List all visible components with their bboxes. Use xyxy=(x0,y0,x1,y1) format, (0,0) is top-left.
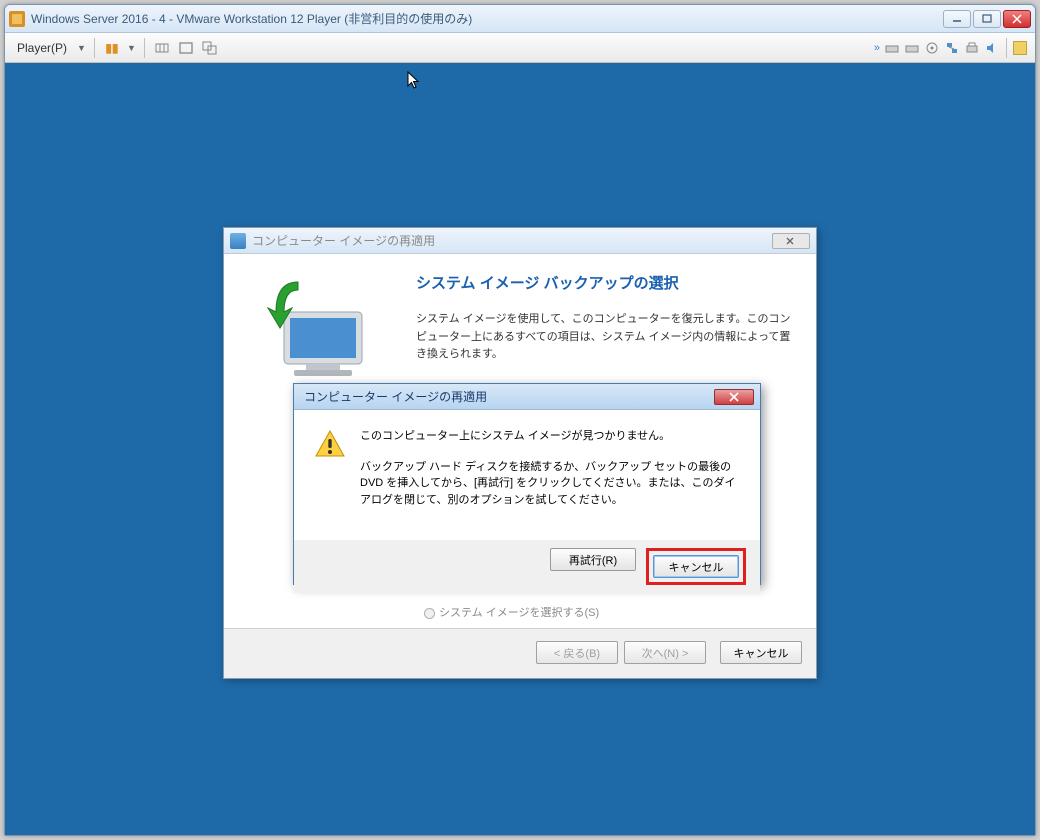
pause-icon[interactable]: ▮▮ xyxy=(103,39,121,57)
alert-title: コンピューター イメージの再適用 xyxy=(300,388,714,405)
alert-titlebar[interactable]: コンピューター イメージの再適用 xyxy=(294,384,760,410)
wizard-app-icon xyxy=(230,233,246,249)
vm-desktop[interactable]: コンピューター イメージの再適用 システム イメージ バックアップ xyxy=(5,63,1035,835)
vmware-toolbar: Player(P) ▼ ▮▮ ▼ » xyxy=(5,33,1035,63)
printer-icon[interactable] xyxy=(964,40,980,56)
network-icon[interactable] xyxy=(944,40,960,56)
warning-icon xyxy=(314,428,346,460)
wizard-close-button[interactable] xyxy=(772,233,810,249)
cd-icon[interactable] xyxy=(924,40,940,56)
drive-icon[interactable] xyxy=(884,40,900,56)
cursor-icon xyxy=(407,71,423,91)
cancel-button[interactable]: キャンセル xyxy=(720,641,802,664)
divider xyxy=(1006,38,1007,58)
fullscreen-icon[interactable] xyxy=(177,39,195,57)
divider xyxy=(94,38,95,58)
wizard-footer: < 戻る(B) 次へ(N) > キャンセル xyxy=(224,628,816,676)
alert-close-button[interactable] xyxy=(714,389,754,405)
wizard-description: システム イメージを使用して、このコンピューターを復元します。このコンピューター… xyxy=(416,311,794,364)
player-menu[interactable]: Player(P) xyxy=(13,39,71,57)
expand-icon[interactable]: » xyxy=(874,42,880,54)
sound-icon[interactable] xyxy=(984,40,1000,56)
note-icon[interactable] xyxy=(1013,41,1027,55)
alert-cancel-button[interactable]: キャンセル xyxy=(653,555,739,578)
unity-icon[interactable] xyxy=(201,39,219,57)
maximize-button[interactable] xyxy=(973,10,1001,28)
wizard-heading: システム イメージ バックアップの選択 xyxy=(416,272,794,293)
radio-icon xyxy=(424,608,435,619)
alert-footer: 再試行(R) キャンセル xyxy=(294,540,760,593)
highlight-annotation: キャンセル xyxy=(646,548,746,585)
divider xyxy=(144,38,145,58)
radio-select-image[interactable]: システム イメージを選択する(S) xyxy=(224,596,816,628)
back-button[interactable]: < 戻る(B) xyxy=(536,641,618,664)
alert-body: このコンピューター上にシステム イメージが見つかりません。 バックアップ ハード… xyxy=(294,410,760,540)
close-button[interactable] xyxy=(1003,10,1031,28)
retry-button[interactable]: 再試行(R) xyxy=(550,548,636,571)
alert-heading: このコンピューター上にシステム イメージが見つかりません。 xyxy=(360,428,744,445)
alert-message: バックアップ ハード ディスクを接続するか、バックアップ セットの最後の DVD… xyxy=(360,459,744,509)
vmware-app-icon xyxy=(9,11,25,27)
wizard-illustration xyxy=(246,272,396,392)
next-button[interactable]: 次へ(N) > xyxy=(624,641,706,664)
vmware-title: Windows Server 2016 - 4 - VMware Worksta… xyxy=(31,10,943,27)
minimize-button[interactable] xyxy=(943,10,971,28)
drive-icon[interactable] xyxy=(904,40,920,56)
wizard-titlebar[interactable]: コンピューター イメージの再適用 xyxy=(224,228,816,254)
vmware-titlebar[interactable]: Windows Server 2016 - 4 - VMware Worksta… xyxy=(5,5,1035,33)
dropdown-icon[interactable]: ▼ xyxy=(127,43,136,53)
alert-dialog: コンピューター イメージの再適用 このコンピューター上にシステム イメージが見つ… xyxy=(293,383,761,585)
vmware-window: Windows Server 2016 - 4 - VMware Worksta… xyxy=(4,4,1036,836)
send-ctrl-alt-del-icon[interactable] xyxy=(153,39,171,57)
wizard-title: コンピューター イメージの再適用 xyxy=(252,232,772,249)
dropdown-icon[interactable]: ▼ xyxy=(77,43,86,53)
